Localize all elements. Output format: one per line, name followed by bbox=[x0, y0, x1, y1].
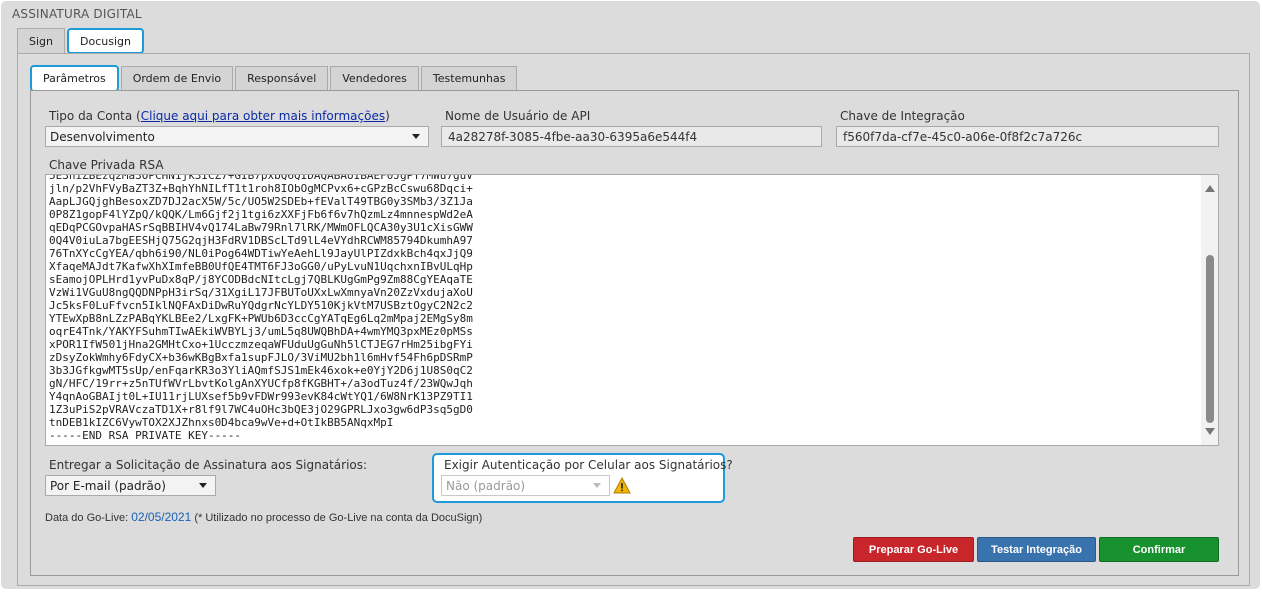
scroll-thumb[interactable] bbox=[1206, 255, 1214, 423]
tipo-conta-label: Tipo da Conta (Clique aqui para obter ma… bbox=[49, 109, 390, 123]
exigir-select[interactable]: Não (padrão) bbox=[441, 475, 610, 496]
prepare-golive-button[interactable]: Preparar Go-Live bbox=[853, 537, 974, 562]
chevron-down-icon bbox=[412, 134, 420, 139]
tipo-conta-select[interactable]: Desenvolvimento bbox=[45, 126, 429, 147]
integration-key-label: Chave de Integração bbox=[840, 109, 965, 123]
tab-docusign[interactable]: Docusign bbox=[67, 28, 144, 54]
rsa-key-text: 5E3hiZBEzq2Ma3OPCHN1jk3ICZ7+GIB7pxbQ6QID… bbox=[49, 174, 473, 442]
entrega-select[interactable]: Por E-mail (padrão) bbox=[45, 475, 216, 496]
scroll-up-icon[interactable] bbox=[1205, 185, 1215, 192]
tipo-conta-value: Desenvolvimento bbox=[50, 129, 155, 144]
exigir-label: Exigir Autenticação por Celular aos Sign… bbox=[444, 458, 733, 472]
top-tabs: Sign Docusign bbox=[17, 28, 146, 54]
confirm-button[interactable]: Confirmar bbox=[1099, 537, 1219, 562]
scroll-down-icon[interactable] bbox=[1205, 428, 1215, 435]
tab-parametros[interactable]: Parâmetros bbox=[30, 65, 119, 92]
more-info-link[interactable]: Clique aqui para obter mais informações bbox=[141, 109, 385, 123]
exigir-value: Não (padrão) bbox=[446, 478, 526, 493]
integration-key-field[interactable]: f560f7da-cf7e-45c0-a06e-0f8f2c7a726c bbox=[836, 126, 1219, 147]
rsa-scrollbar[interactable] bbox=[1201, 175, 1218, 445]
golive-label: Data do Go-Live: bbox=[45, 512, 132, 524]
sub-tabs: Parâmetros Ordem de Envio Responsável Ve… bbox=[30, 65, 519, 92]
api-user-field[interactable]: 4a28278f-3085-4fbe-aa30-6395a6e544f4 bbox=[441, 126, 822, 147]
warning-icon bbox=[613, 477, 631, 494]
entrega-label: Entregar a Solicitação de Assinatura aos… bbox=[49, 458, 368, 472]
test-integration-button[interactable]: Testar Integração bbox=[977, 537, 1096, 562]
tab-responsavel[interactable]: Responsável bbox=[235, 66, 329, 90]
chevron-down-icon bbox=[593, 483, 601, 488]
golive-date[interactable]: 02/05/2021 bbox=[131, 510, 191, 524]
tab-testemunhas[interactable]: Testemunhas bbox=[420, 66, 518, 90]
golive-note: (* Utilizado no processo de Go-Live na c… bbox=[191, 512, 483, 524]
api-user-label: Nome de Usuário de API bbox=[445, 109, 591, 123]
tab-sign[interactable]: Sign bbox=[17, 28, 65, 53]
rsa-label: Chave Privada RSA bbox=[49, 158, 164, 172]
tab-ordem-de-envio[interactable]: Ordem de Envio bbox=[120, 66, 234, 90]
app-title: ASSINATURA DIGITAL bbox=[12, 7, 142, 21]
rsa-private-key-textarea[interactable]: 5E3hiZBEzq2Ma3OPCHN1jk3ICZ7+GIB7pxbQ6QID… bbox=[45, 174, 1219, 446]
golive-info: Data do Go-Live: 02/05/2021 (* Utilizado… bbox=[45, 510, 482, 524]
tab-vendedores[interactable]: Vendedores bbox=[330, 66, 419, 90]
chevron-down-icon bbox=[199, 483, 207, 488]
entrega-value: Por E-mail (padrão) bbox=[50, 478, 166, 493]
